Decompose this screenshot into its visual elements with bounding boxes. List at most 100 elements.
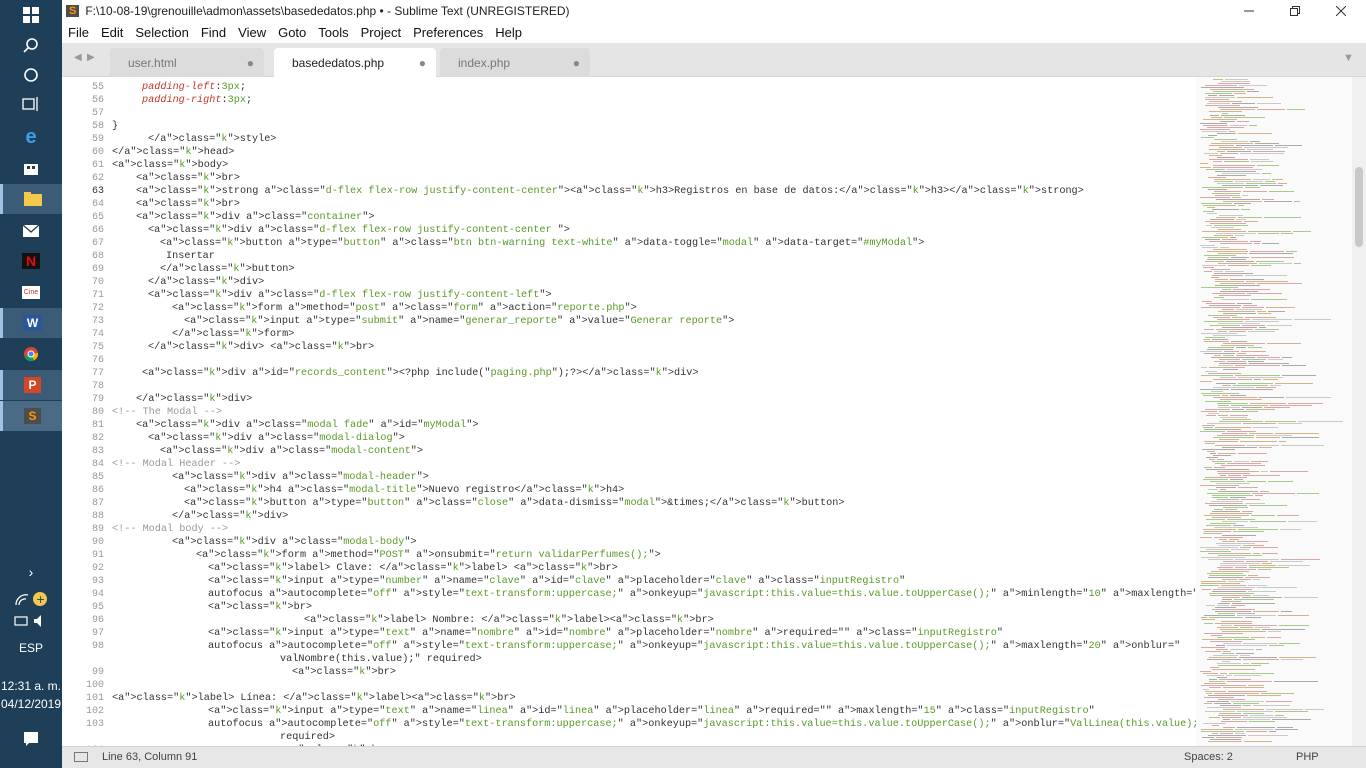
windows-start-icon[interactable] — [0, 0, 62, 30]
code-line[interactable]: <a">class="k">label> Clave: </a">class="… — [208, 562, 618, 575]
code-line[interactable]: <a">class="k">div a">class="modal-body"> — [172, 536, 417, 549]
cortana-icon[interactable] — [0, 60, 62, 90]
code-line[interactable]: autofocus a">autocomplete="off" a">style… — [208, 718, 1205, 731]
sublime-text-icon[interactable]: S — [0, 401, 62, 431]
code-line[interactable]: </a">class="k">div> <a">class="k">br> — [148, 341, 374, 354]
code-line[interactable]: <a">class="k">input a">type="text" a">na… — [208, 627, 1003, 640]
language-indicator[interactable]: ESP — [0, 641, 62, 655]
code-line[interactable]: padding-left:3px; — [142, 81, 246, 94]
code-line[interactable]: <a">class="k">div a">class="modal-conten… — [160, 445, 423, 458]
scrollbar-thumb[interactable] — [1355, 167, 1363, 247]
modified-dot-icon[interactable]: ● — [419, 56, 426, 70]
action-center-icon[interactable] — [0, 724, 62, 754]
tab-user-html[interactable]: user.html ● — [110, 48, 264, 77]
menu-find[interactable]: Find — [195, 25, 232, 40]
code-line[interactable]: <a">class="k">br> — [136, 198, 240, 211]
code-line[interactable]: <a">class="k">form a">method="POST" a">o… — [196, 549, 661, 562]
tab-basededatos-php[interactable]: basededatos.php ● — [274, 48, 436, 77]
indentation-setting[interactable]: Spaces: 2 — [1184, 751, 1233, 763]
code-line[interactable]: </a">class="k">style> — [148, 133, 276, 146]
line-number: 79 — [91, 394, 104, 405]
code-line[interactable]: <a">class="k">div a">class="d-flex flex-… — [148, 289, 552, 302]
code-line[interactable]: <a">class="k">form a">method="post" a">c… — [172, 302, 637, 315]
code-editor[interactable]: 55 56 57 58 59 60 61 62 63 64 65 66 67 68 69 70 71 72 73 74… — [62, 77, 1366, 746]
clock-time[interactable]: 12:31 a. m. — [0, 679, 62, 693]
code-line[interactable]: valNombre(this.value);" required> — [280, 653, 482, 666]
battery-volume-icon[interactable] — [0, 606, 62, 636]
code-line[interactable]: <a">class="k">label> Nombre: </a">class=… — [304, 614, 714, 627]
code-line[interactable]: <a">class="k">div a">class="modal fade" … — [136, 419, 478, 432]
code-line[interactable]: <a">class="k">button a">type="button" a"… — [184, 497, 844, 510]
code-line[interactable]: <!-- The Modal --> — [112, 406, 222, 419]
code-line[interactable]: padding-right:3px; — [142, 94, 252, 107]
code-line[interactable]: <a">class="k">div a">class="modal-header… — [172, 471, 429, 484]
menu-goto[interactable]: Goto — [272, 25, 312, 40]
panel-toggle-icon[interactable] — [74, 752, 88, 762]
title-bar: S F:\10-08-19\grenouille\admon\assets\ba… — [62, 0, 1366, 22]
code-line[interactable]: </a">class="k">form> — [172, 328, 294, 341]
minimap[interactable] — [1196, 77, 1352, 746]
minimize-button[interactable] — [1226, 0, 1272, 22]
code-line[interactable]: Insertar — [166, 250, 215, 263]
word-icon[interactable]: W — [0, 308, 62, 338]
code-line[interactable]: <a">class="k">body> — [112, 159, 228, 172]
store-icon[interactable] — [0, 153, 62, 183]
code-line[interactable]: <a">class="k">input a">type="submit" a">… — [184, 315, 734, 328]
menu-selection[interactable]: Selection — [129, 25, 194, 40]
menu-help[interactable]: Help — [489, 25, 528, 40]
menu-edit[interactable]: Edit — [95, 25, 129, 40]
code-line[interactable]: <a">class="k">br> — [136, 172, 240, 185]
menu-tools[interactable]: Tools — [312, 25, 354, 40]
task-view-icon[interactable] — [0, 89, 62, 119]
code-line[interactable]: <a">class="k">div a">class="container"> — [136, 211, 375, 224]
app-icon[interactable]: Cine — [0, 277, 62, 307]
code-line[interactable]: autofocus a">autocomplete="off" a">style… — [208, 640, 1180, 653]
code-line[interactable]: required> — [280, 731, 335, 744]
tab-scroll-left-icon[interactable]: ◀ — [74, 52, 82, 63]
code-line[interactable]: <a">class="k">button a">type="button" a"… — [160, 237, 924, 250]
restore-button[interactable] — [1272, 0, 1318, 22]
code-line[interactable]: <a">class="k">br> — [292, 666, 396, 679]
code-line[interactable]: </a">class="k">button> — [160, 263, 295, 276]
tab-scroll-right-icon[interactable]: ▶ — [87, 52, 95, 63]
clock-date[interactable]: 04/12/2019 — [0, 697, 62, 711]
file-explorer-icon[interactable] — [0, 184, 62, 214]
chrome-icon[interactable] — [0, 339, 62, 369]
code-line[interactable]: </a">class="k">head> — [112, 146, 234, 159]
code-line[interactable]: <a">class="k">div a">class="d-flex flex-… — [148, 224, 570, 237]
code-line[interactable]: <!-- Modal Header --> — [112, 458, 240, 471]
menu-preferences[interactable]: Preferences — [407, 25, 489, 40]
code-line[interactable]: <a">class="k">label> Línea: </a">class="… — [112, 692, 516, 705]
code-line[interactable]: <a">class="k">strong a">class="d-flex fl… — [136, 185, 1084, 198]
chevron-up-icon[interactable]: › — [0, 557, 62, 587]
syntax-selector[interactable]: PHP — [1296, 751, 1319, 763]
code-line[interactable]: <a">class="k">h4 a">class="modal-title">… — [184, 484, 624, 497]
modified-dot-icon[interactable]: ● — [247, 56, 254, 70]
code-line[interactable]: </a">class="k">div> — [148, 276, 264, 289]
code-line[interactable]: } — [112, 120, 118, 133]
code-line[interactable]: <a">class="k">input a">type="number" a">… — [208, 575, 905, 588]
modified-dot-icon[interactable]: ● — [573, 56, 580, 70]
code-line[interactable]: <a">class="k">br> — [208, 601, 312, 614]
line-number: 73 — [91, 316, 104, 327]
powerpoint-icon[interactable]: P — [0, 370, 62, 400]
menu-project[interactable]: Project — [355, 25, 407, 40]
code-line[interactable]: <a">class="k">div a">id="records_content… — [142, 367, 698, 380]
mail-icon[interactable] — [0, 215, 62, 245]
code-area[interactable]: padding-left:3px; padding-right:3px;} </a"… — [112, 77, 1242, 746]
vertical-scrollbar[interactable] — [1352, 77, 1366, 746]
code-line[interactable]: </a">class="k">div> — [136, 393, 252, 406]
code-line[interactable]: <a">class="k">input a">type="text" a">na… — [208, 705, 1095, 718]
code-line[interactable]: <a">class="k">div a">class="modal-dialog… — [148, 432, 405, 445]
tab-index-php[interactable]: index.php ● — [440, 48, 590, 77]
menu-file[interactable]: File — [62, 25, 95, 40]
menu-view[interactable]: View — [232, 25, 272, 40]
code-line[interactable]: autofocus a">autocomplete="off" a">style… — [208, 588, 1242, 601]
code-line[interactable]: </a">class="k">div> — [172, 510, 288, 523]
close-button[interactable] — [1318, 0, 1364, 22]
netflix-icon[interactable]: N — [0, 246, 62, 276]
search-icon[interactable] — [0, 30, 62, 60]
edge-icon[interactable]: e — [0, 122, 62, 152]
tab-menu-chevron-icon[interactable]: ▼ — [1343, 52, 1354, 64]
code-line[interactable]: <!-- Modal body --> — [112, 523, 228, 536]
